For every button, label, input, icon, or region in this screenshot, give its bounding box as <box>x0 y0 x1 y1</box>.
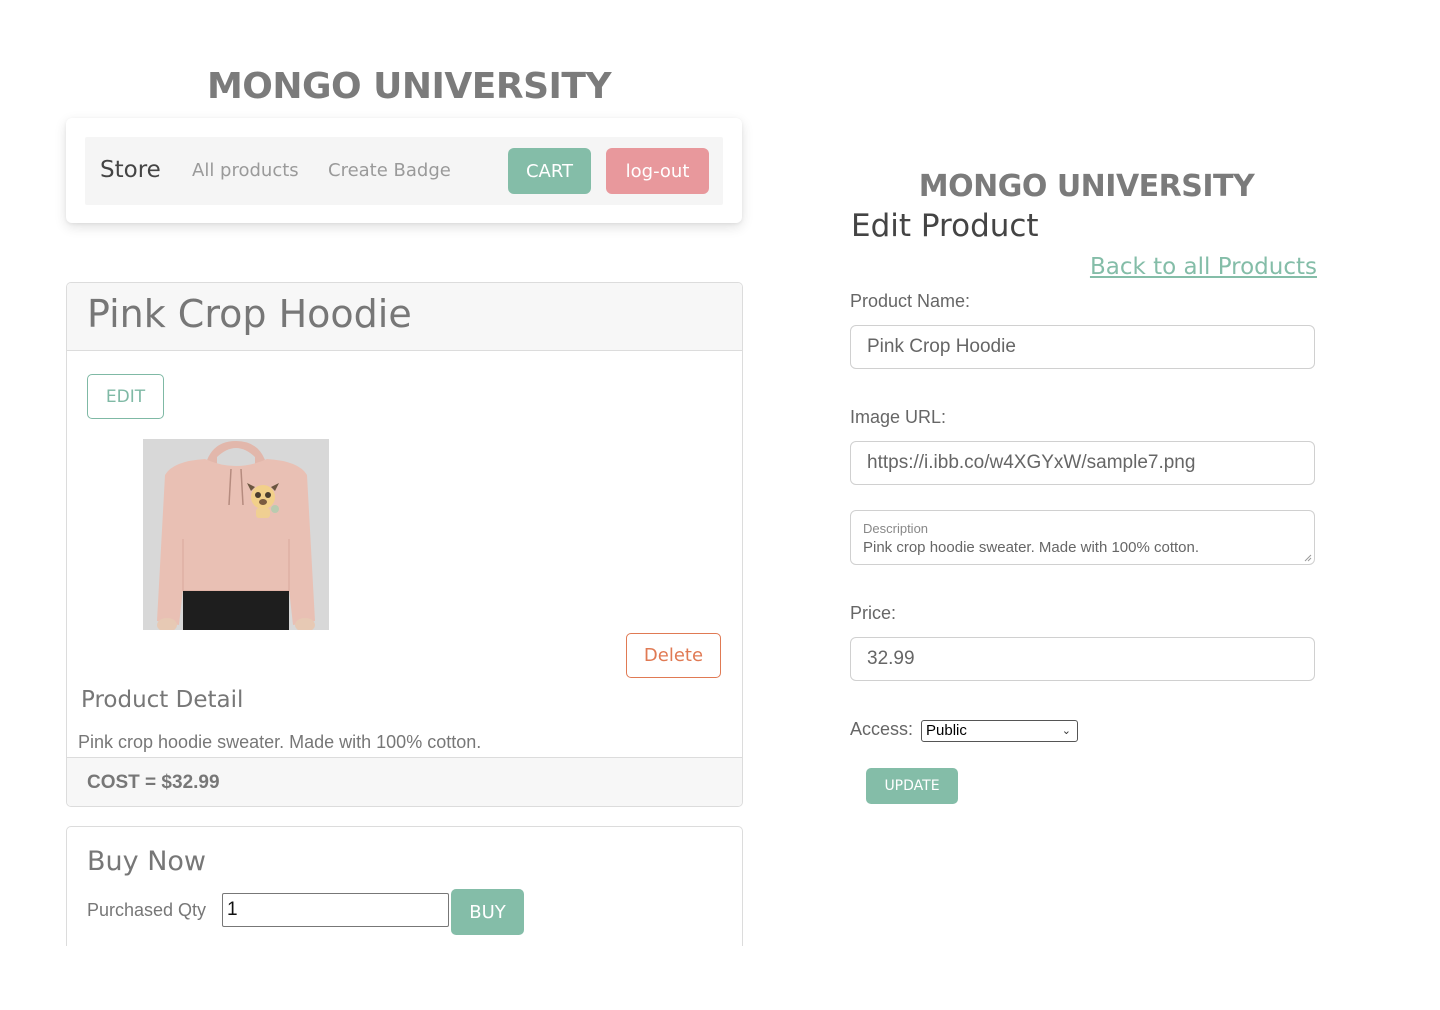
edit-button[interactable]: EDIT <box>87 374 164 419</box>
buy-now-title: Buy Now <box>87 846 206 877</box>
image-url-label: Image URL: <box>850 407 947 427</box>
product-title: Pink Crop Hoodie <box>87 292 412 336</box>
access-selected-value: Public <box>926 722 967 739</box>
price-input[interactable] <box>850 637 1315 681</box>
delete-button[interactable]: Delete <box>626 633 721 678</box>
logout-button[interactable]: log-out <box>606 148 709 194</box>
image-url-input[interactable] <box>850 441 1315 485</box>
resize-handle-icon[interactable] <box>1304 554 1312 562</box>
product-card: Pink Crop Hoodie EDIT Delete Product Det… <box>66 282 743 807</box>
chevron-down-icon: ⌄ <box>1061 725 1071 737</box>
purchased-qty-input[interactable] <box>222 893 449 927</box>
nav-link-create-badge[interactable]: Create Badge <box>328 160 451 181</box>
description-label: Description <box>863 521 929 536</box>
product-card-footer: COST = $32.99 <box>67 757 742 806</box>
product-name-input[interactable] <box>850 325 1315 369</box>
access-label: Access: <box>850 719 914 739</box>
buy-button[interactable]: BUY <box>451 889 524 935</box>
description-textarea[interactable]: Description Pink crop hoodie sweater. Ma… <box>850 510 1315 565</box>
product-card-header: Pink Crop Hoodie <box>67 283 742 351</box>
product-name-label: Product Name: <box>850 291 971 311</box>
back-to-products-link[interactable]: Back to all Products <box>1000 254 1317 280</box>
product-image <box>143 439 329 630</box>
nav-brand-store[interactable]: Store <box>100 157 161 183</box>
brand-title-right: MONGO UNIVERSITY <box>918 169 1255 204</box>
page-bottom <box>0 946 1440 1010</box>
description-value[interactable]: Pink crop hoodie sweater. Made with 100%… <box>863 539 1199 556</box>
navbar-card: Store All products Create Badge CART log… <box>66 118 742 223</box>
navbar: Store All products Create Badge CART log… <box>85 137 723 205</box>
update-button[interactable]: UPDATE <box>866 768 958 804</box>
edit-product-title: Edit Product <box>851 208 1039 244</box>
cart-button[interactable]: CART <box>508 148 591 194</box>
nav-link-all-products[interactable]: All products <box>192 160 299 181</box>
access-select[interactable]: Public ⌄ <box>921 720 1078 742</box>
product-detail-heading: Product Detail <box>81 687 244 713</box>
brand-title: MONGO UNIVERSITY <box>206 66 612 107</box>
price-label: Price: <box>850 603 897 623</box>
purchased-qty-label: Purchased Qty <box>87 900 207 920</box>
product-description: Pink crop hoodie sweater. Made with 100%… <box>78 732 482 752</box>
product-cost: COST = $32.99 <box>87 772 220 793</box>
